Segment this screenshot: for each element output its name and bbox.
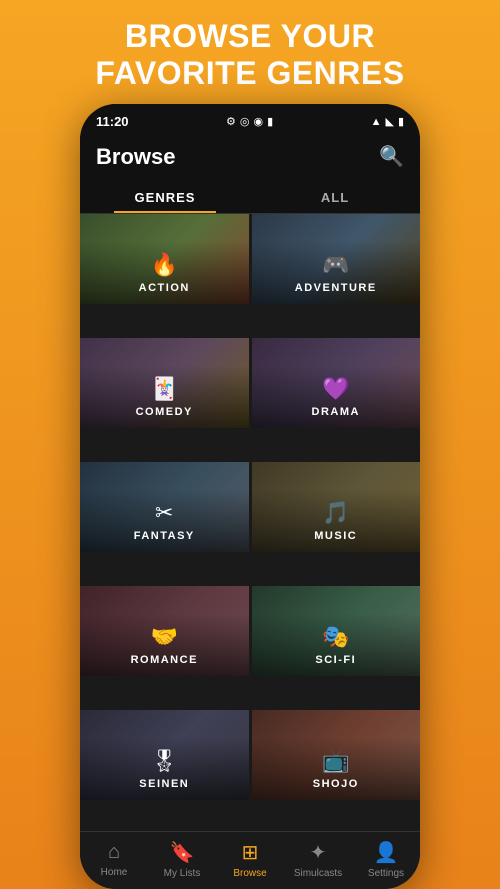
tab-all[interactable]: ALL [250,180,420,213]
comedy-label: COMEDY [136,406,193,418]
status-time: 11:20 [96,114,129,129]
fantasy-icon: ✂ [155,500,173,526]
nav-item-browse[interactable]: ⊞ Browse [216,840,284,879]
romance-label: ROMANCE [131,654,198,666]
settings-icon: ⚙ [226,115,236,128]
bottom-nav: ⌂ Home 🔖 My Lists ⊞ Browse ✦ Simulcasts … [80,831,420,889]
signal-icon: ◣ [385,115,393,128]
genre-card-scifi[interactable]: 🎭 SCI-FI [252,586,421,676]
simulcasts-label: Simulcasts [294,868,342,879]
genre-card-drama[interactable]: 💜 DRAMA [252,338,421,428]
scifi-label: SCI-FI [315,654,356,666]
settings-nav-icon: 👤 [374,840,399,865]
tabs-bar: GENRES ALL [80,180,420,214]
status-icons: ⚙ ◎ ◉ ▮ [226,115,273,128]
home-icon: ⌂ [108,841,120,864]
home-label: Home [101,867,128,878]
data-icon: ◉ [253,115,263,128]
battery-right-icon: ▮ [398,115,404,128]
music-icon: 🎵 [322,500,349,526]
status-right: ▲ ◣ ▮ [371,115,404,128]
search-button[interactable]: 🔍 [379,144,404,169]
header-line2: FAVORITE GENRES [95,55,404,91]
seinen-icon: 🎖 [150,748,178,774]
my-lists-label: My Lists [164,868,201,879]
genre-card-adventure[interactable]: 🎮 ADVENTURE [252,214,421,304]
nav-item-home[interactable]: ⌂ Home [80,841,148,878]
nav-item-my-lists[interactable]: 🔖 My Lists [148,840,216,879]
promo-header: BROWSE YOUR FAVORITE GENRES [65,0,434,104]
genre-card-action[interactable]: 🔥 ACTION [80,214,249,304]
status-bar: 11:20 ⚙ ◎ ◉ ▮ ▲ ◣ ▮ [80,104,420,136]
shojo-icon: 📺 [322,748,349,774]
genre-card-comedy[interactable]: 🃏 COMEDY [80,338,249,428]
browse-label: Browse [233,868,266,879]
romance-icon: 🤝 [151,624,178,650]
action-label: ACTION [139,282,190,294]
header-line1: BROWSE YOUR [125,18,375,54]
simulcasts-icon: ✦ [310,840,327,865]
genre-card-fantasy[interactable]: ✂ FANTASY [80,462,249,552]
vpn-icon: ◎ [240,115,250,128]
genre-card-music[interactable]: 🎵 MUSIC [252,462,421,552]
music-label: MUSIC [314,530,357,542]
drama-icon: 💜 [322,376,349,402]
genre-grid: 🔥 ACTION 🎮 ADVENTURE 🃏 COMEDY 💜 DRAMA ✂ … [80,214,420,831]
comedy-icon: 🃏 [151,376,178,402]
phone-frame: 11:20 ⚙ ◎ ◉ ▮ ▲ ◣ ▮ Browse 🔍 GENRES ALL … [80,104,420,889]
genre-card-romance[interactable]: 🤝 ROMANCE [80,586,249,676]
settings-label: Settings [368,868,404,879]
my-lists-icon: 🔖 [170,840,195,865]
seinen-label: SEINEN [139,778,189,790]
drama-label: DRAMA [312,406,360,418]
app-bar: Browse 🔍 [80,136,420,180]
fantasy-label: FANTASY [134,530,195,542]
genre-card-seinen[interactable]: 🎖 SEINEN [80,710,249,800]
wifi-icon: ▲ [371,116,382,128]
action-icon: 🔥 [151,252,178,278]
browse-icon: ⊞ [242,840,259,865]
scifi-icon: 🎭 [322,624,349,650]
tab-genres[interactable]: GENRES [80,180,250,213]
shojo-label: SHOJO [313,778,359,790]
nav-item-simulcasts[interactable]: ✦ Simulcasts [284,840,352,879]
nav-item-settings[interactable]: 👤 Settings [352,840,420,879]
genre-card-shojo[interactable]: 📺 SHOJO [252,710,421,800]
battery-icon: ▮ [267,115,273,128]
app-bar-title: Browse [96,144,175,170]
adventure-icon: 🎮 [322,252,349,278]
adventure-label: ADVENTURE [295,282,377,294]
